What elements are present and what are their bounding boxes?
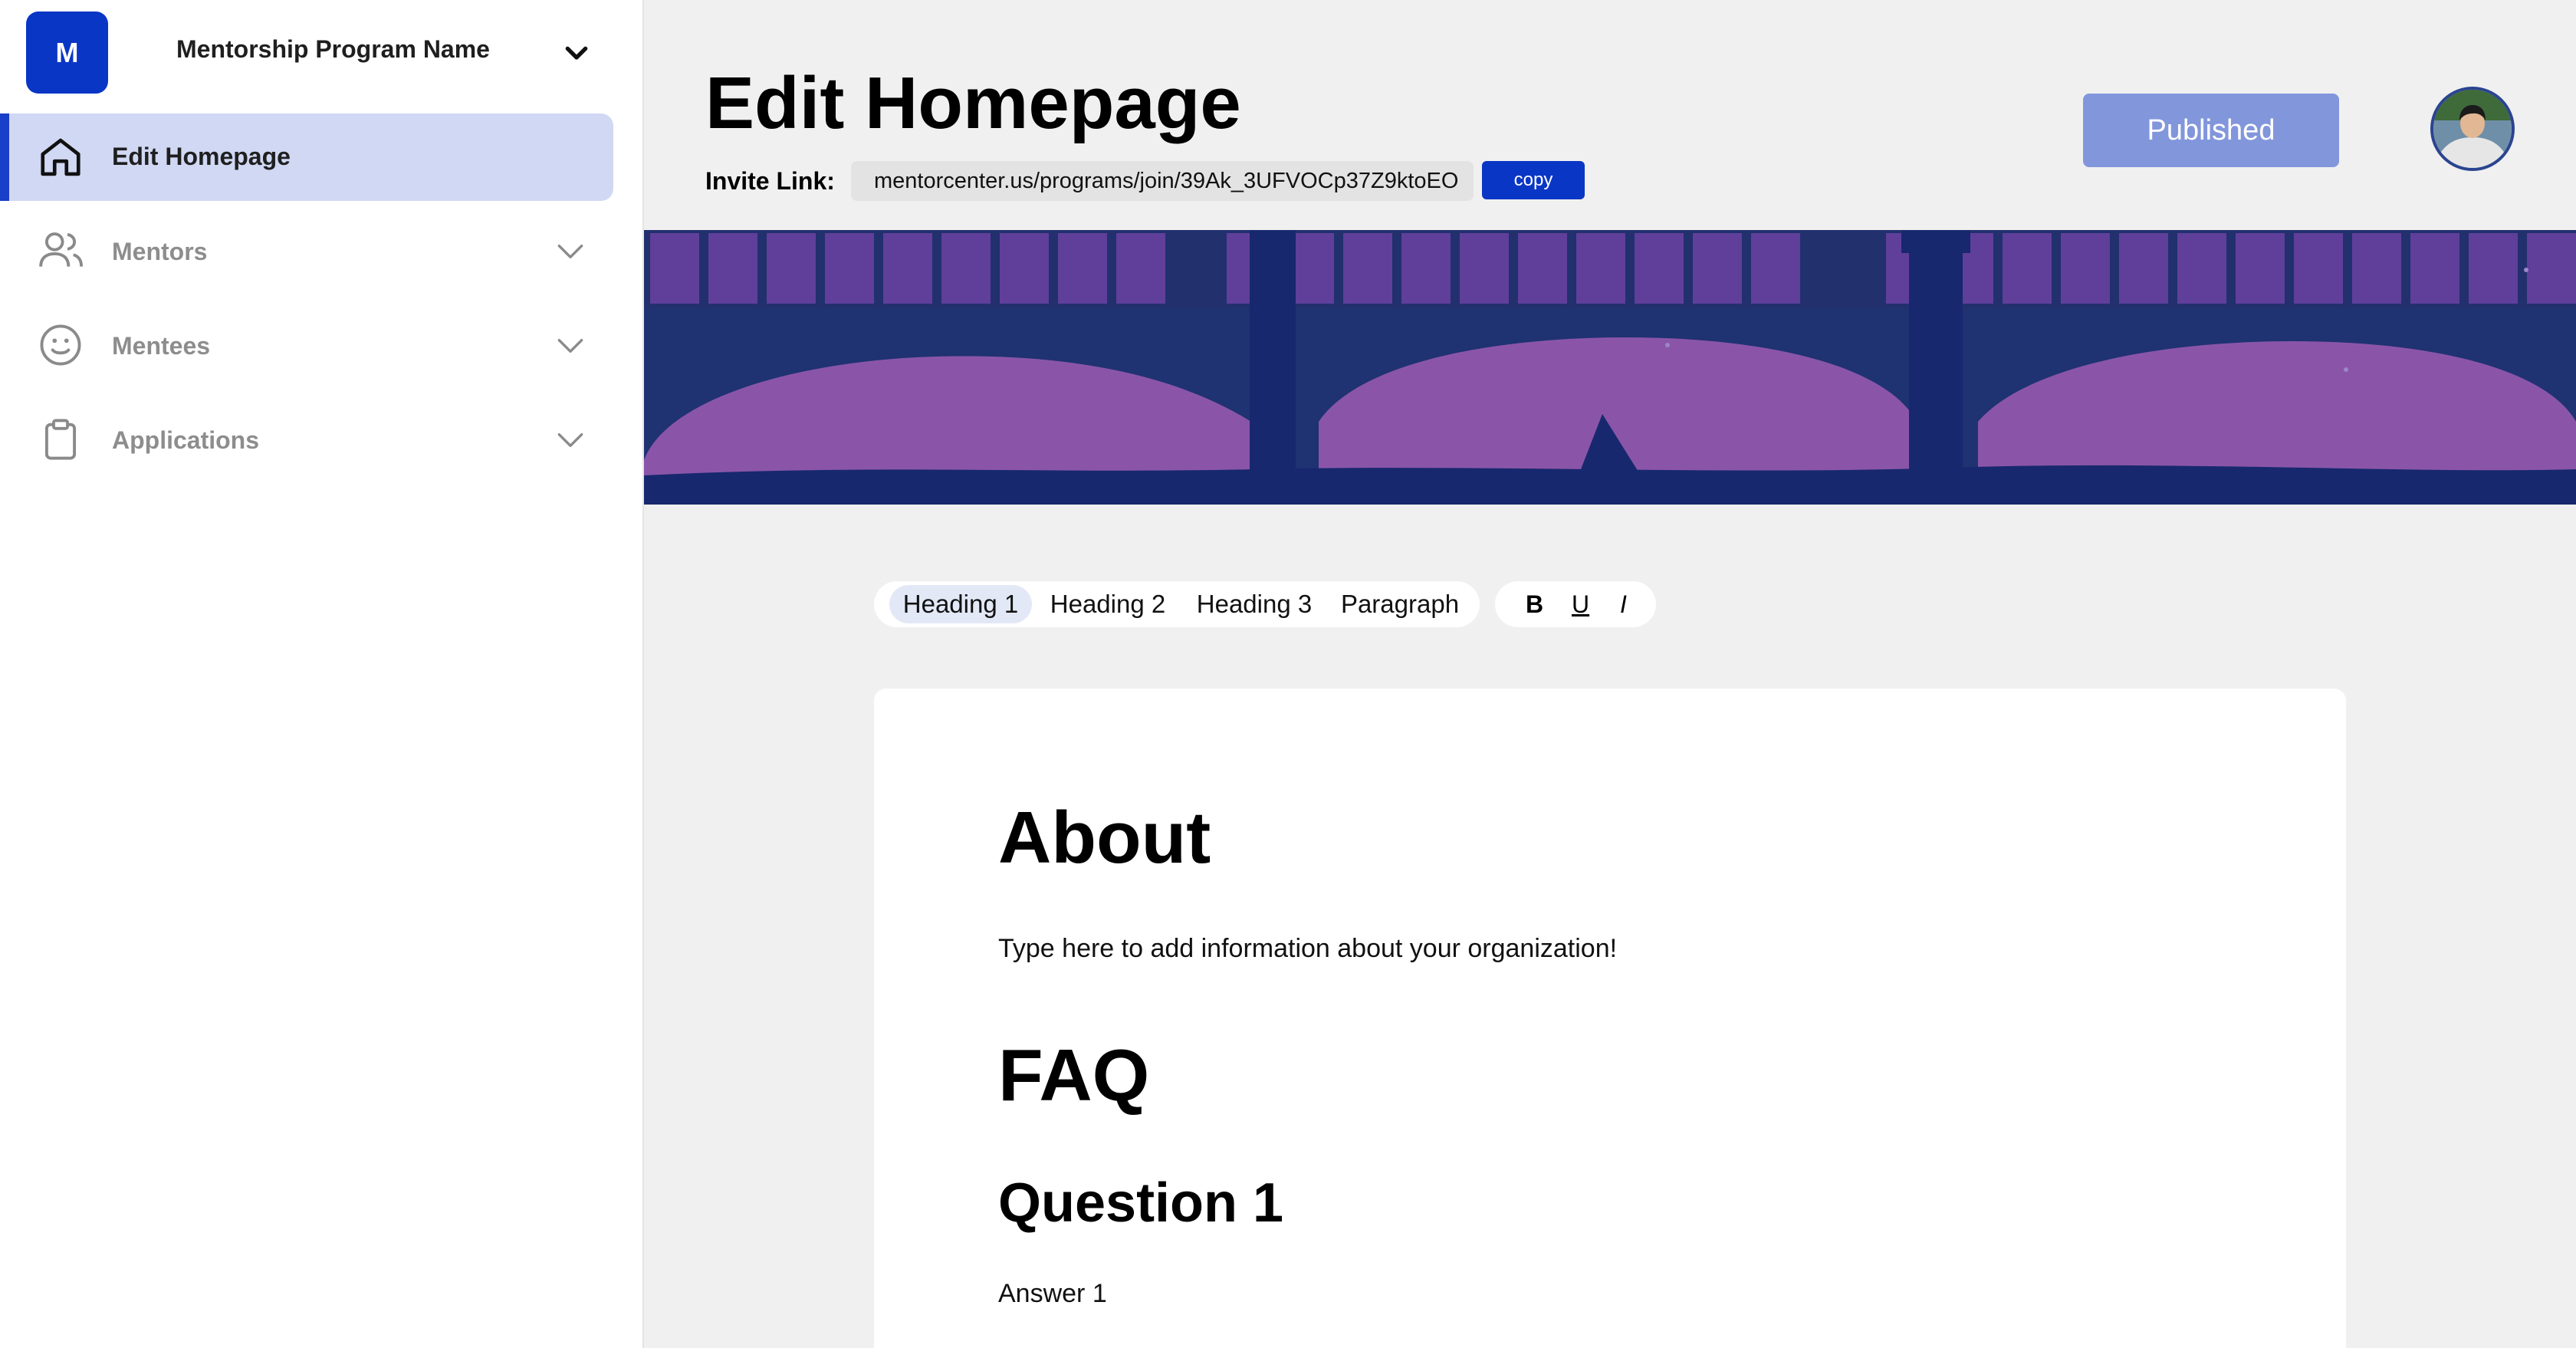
published-button[interactable]: Published [2083,94,2339,167]
app-window: M Mentorship Program Name Edit Homepage … [0,0,2576,1348]
sidebar-item-label: Applications [112,426,260,454]
program-initial: M [55,36,79,68]
chevron-down-icon[interactable] [554,423,587,457]
format-heading-2-button[interactable]: Heading 2 [1043,581,1173,627]
faq-heading[interactable]: FAQ [998,1034,1149,1118]
text-style-toolbar: B U I [1495,581,1656,627]
sidebar-item-mentees[interactable]: Mentees [0,301,613,389]
format-paragraph-button[interactable]: Paragraph [1331,581,1469,627]
clipboard-icon [44,419,77,460]
banner-image[interactable] [644,230,2576,505]
italic-button[interactable]: I [1620,581,1627,627]
sidebar-item-edit-homepage[interactable]: Edit Homepage [0,113,613,201]
smiley-icon [40,324,81,366]
program-logo[interactable]: M [26,12,108,94]
homepage-editor[interactable]: About Type here to add information about… [874,689,2346,1348]
program-name[interactable]: Mentorship Program Name [176,35,490,64]
format-heading-3-button[interactable]: Heading 3 [1185,581,1323,627]
invite-link-field[interactable]: mentorcenter.us/programs/join/39Ak_3UFVO… [851,161,1474,201]
sidebar: M Mentorship Program Name Edit Homepage … [0,0,644,1348]
avatar[interactable] [2430,87,2515,171]
home-icon [41,138,80,176]
text-format-toolbar: Heading 1 Heading 2 Heading 3 Paragraph [874,581,1480,627]
sidebar-item-label: Mentees [112,332,211,360]
bold-button[interactable]: B [1526,581,1543,627]
page-title: Edit Homepage [705,62,1241,144]
underline-button[interactable]: U [1572,581,1589,627]
about-text[interactable]: Type here to add information about your … [998,934,1617,964]
sidebar-item-label: Edit Homepage [112,143,291,170]
chevron-down-icon[interactable] [554,329,587,363]
question-heading[interactable]: Question 1 [998,1172,1283,1235]
sidebar-item-applications[interactable]: Applications [0,396,613,483]
chevron-down-icon[interactable] [554,235,587,268]
avatar-photo [2433,90,2512,168]
sidebar-item-label: Mentors [112,238,208,265]
format-heading-1-button[interactable]: Heading 1 [889,585,1032,623]
answer-text[interactable]: Answer 1 [998,1279,1107,1309]
chevron-down-icon[interactable] [561,38,592,69]
sidebar-item-mentors[interactable]: Mentors [0,207,613,294]
about-heading[interactable]: About [998,796,1211,880]
invite-link-label: Invite Link: [705,167,835,195]
users-icon [39,232,84,267]
copy-button[interactable]: copy [1482,161,1585,199]
